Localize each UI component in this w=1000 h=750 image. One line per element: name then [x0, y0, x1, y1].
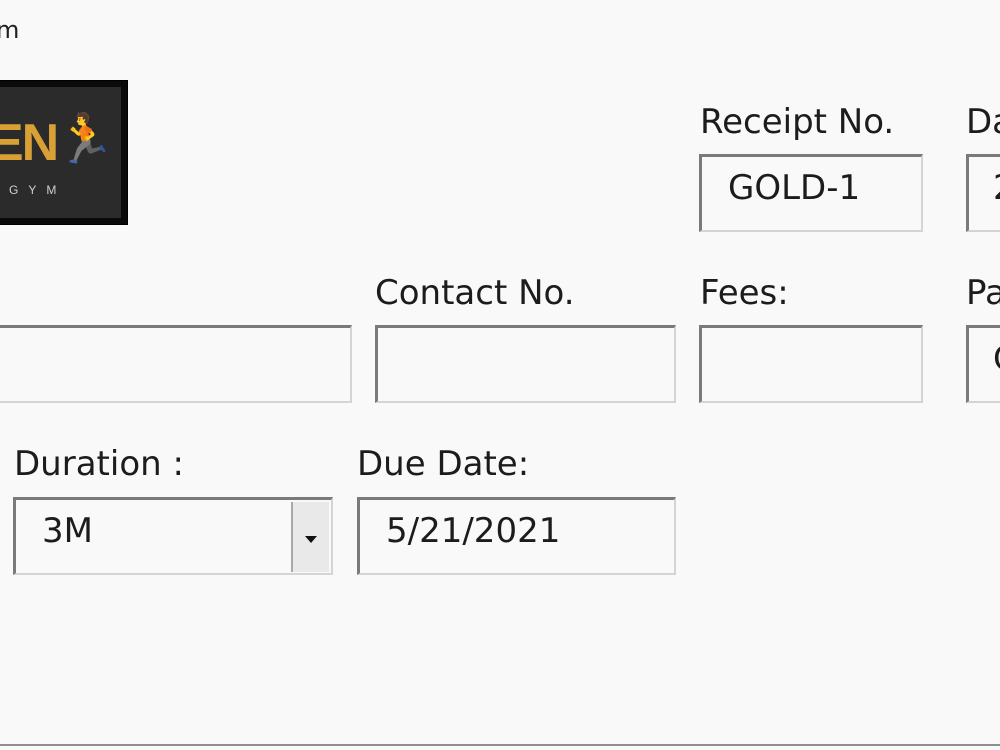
due-date-value: 5/21/2021: [386, 511, 561, 551]
duration-value: 3M: [42, 511, 93, 551]
date-value: 2: [993, 171, 1000, 205]
duration-select[interactable]: 3M: [13, 497, 333, 575]
fees-label: Fees:: [700, 273, 789, 313]
due-date-field[interactable]: 5/21/2021: [357, 497, 676, 575]
logo-text: EN: [0, 114, 59, 172]
due-date-label: Due Date:: [357, 444, 530, 484]
receipt-field[interactable]: GOLD-1: [699, 154, 923, 232]
paid-field[interactable]: C: [966, 325, 1000, 403]
date-label: Da: [966, 102, 1000, 142]
bottom-divider: [0, 744, 1000, 746]
receipt-value: GOLD-1: [728, 168, 861, 208]
gym-logo: EN 🏃 GYM: [0, 80, 128, 225]
chevron-down-icon: [305, 536, 317, 543]
contact-field[interactable]: [375, 325, 676, 403]
date-field[interactable]: 2: [966, 154, 1000, 232]
duration-dropdown-button[interactable]: [291, 502, 329, 572]
paid-value: C: [993, 342, 1000, 376]
fees-field[interactable]: [699, 325, 923, 403]
logo-subtext: GYM: [9, 183, 67, 197]
duration-label: Duration :: [14, 444, 184, 484]
contact-label: Contact No.: [375, 273, 575, 313]
window-title: m: [0, 16, 20, 44]
receipt-label: Receipt No.: [700, 102, 895, 142]
name-field[interactable]: [0, 325, 352, 403]
paid-label: Pa: [966, 273, 1000, 313]
runner-icon: 🏃: [55, 111, 115, 167]
